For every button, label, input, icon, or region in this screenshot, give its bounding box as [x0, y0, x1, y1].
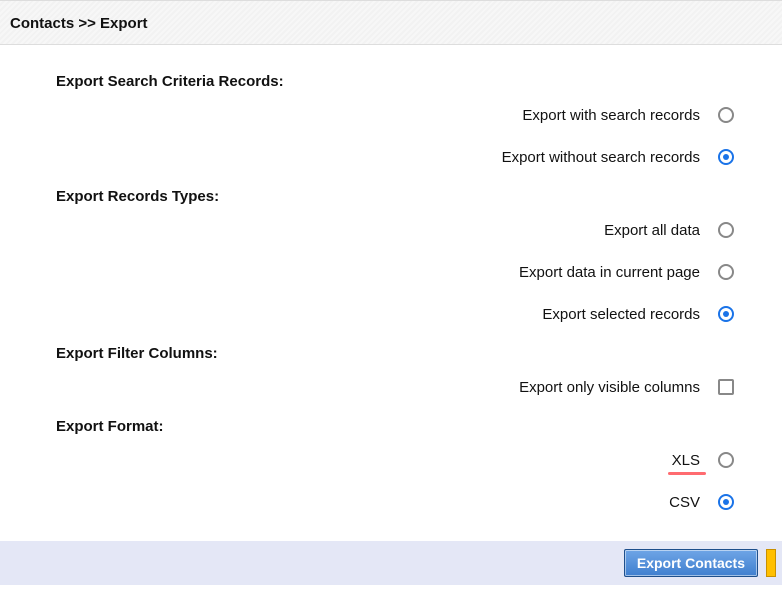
- format-opt-csv-label: CSV: [669, 494, 700, 511]
- types-opt-selected-label: Export selected records: [542, 306, 700, 323]
- format-opt-csv-row: CSV: [56, 481, 752, 523]
- footer-bar: Export Contacts: [0, 541, 782, 585]
- breadcrumb-text: Contacts >> Export: [10, 15, 148, 32]
- filter-opt-visible-checkbox[interactable]: [718, 379, 734, 395]
- format-opt-xls-radio[interactable]: [718, 452, 734, 468]
- criteria-opt-without-radio[interactable]: [718, 149, 734, 165]
- types-opt-page-radio[interactable]: [718, 264, 734, 280]
- section-criteria-label: Export Search Criteria Records:: [56, 73, 752, 90]
- criteria-opt-with-radio[interactable]: [718, 107, 734, 123]
- types-opt-page-row: Export data in current page: [56, 251, 752, 293]
- format-opt-xls-text: XLS: [672, 452, 700, 469]
- section-filter-label: Export Filter Columns:: [56, 345, 752, 362]
- types-opt-all-row: Export all data: [56, 209, 752, 251]
- export-form: Export Search Criteria Records: Export w…: [0, 45, 782, 533]
- format-opt-xls-row: XLS: [56, 439, 752, 481]
- types-opt-all-label: Export all data: [604, 222, 700, 239]
- criteria-opt-without-row: Export without search records: [56, 136, 752, 178]
- export-contacts-button[interactable]: Export Contacts: [624, 549, 758, 577]
- annotation-underline-icon: [668, 472, 706, 475]
- section-format-label: Export Format:: [56, 418, 752, 435]
- secondary-button-edge[interactable]: [766, 549, 776, 577]
- types-opt-all-radio[interactable]: [718, 222, 734, 238]
- types-opt-page-label: Export data in current page: [519, 264, 700, 281]
- format-opt-xls-label: XLS: [672, 452, 700, 469]
- types-opt-selected-row: Export selected records: [56, 293, 752, 335]
- criteria-opt-without-label: Export without search records: [502, 149, 700, 166]
- format-opt-csv-radio[interactable]: [718, 494, 734, 510]
- filter-opt-visible-label: Export only visible columns: [519, 379, 700, 396]
- criteria-opt-with-label: Export with search records: [522, 107, 700, 124]
- criteria-opt-with-row: Export with search records: [56, 94, 752, 136]
- breadcrumb: Contacts >> Export: [0, 0, 782, 45]
- section-types-label: Export Records Types:: [56, 188, 752, 205]
- filter-opt-visible-row: Export only visible columns: [56, 366, 752, 408]
- types-opt-selected-radio[interactable]: [718, 306, 734, 322]
